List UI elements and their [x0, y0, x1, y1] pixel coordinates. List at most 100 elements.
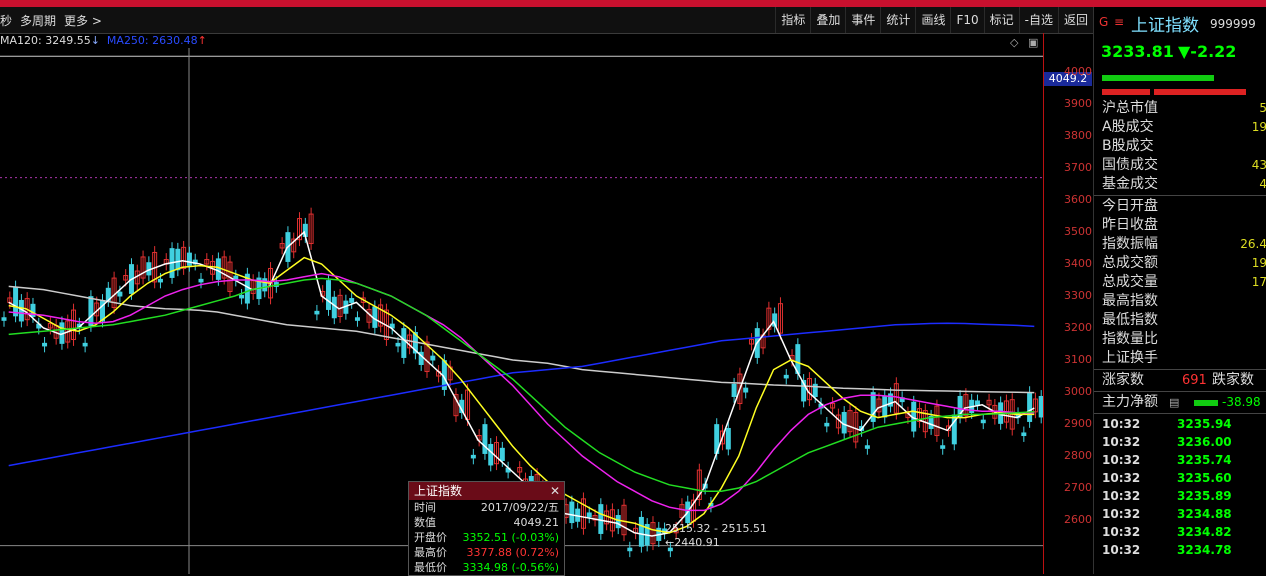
tick-row: 10:32 3235.94	[1094, 415, 1266, 433]
candle-body	[395, 342, 401, 347]
up-bar	[1102, 75, 1214, 81]
candle-body	[349, 298, 355, 303]
candle-body	[824, 422, 830, 427]
stat-row: 指数振幅 26.4	[1094, 235, 1266, 254]
candle-body	[615, 515, 621, 529]
stat-row: 基金成交 4	[1094, 175, 1266, 194]
tooltip-row: 数值 4049.21	[409, 515, 564, 530]
candle-body	[13, 286, 19, 317]
tick-price: 3235.60	[1177, 471, 1232, 485]
tooltip-title: 上证指数	[414, 484, 463, 498]
g-badge[interactable]: G	[1099, 15, 1108, 29]
period-second[interactable]: 秒	[0, 12, 12, 29]
tooltip-header: 上证指数 ✕	[409, 482, 564, 500]
index-code: 999999	[1210, 17, 1256, 31]
f10-button[interactable]: F10	[950, 7, 983, 33]
candle-body	[586, 512, 592, 518]
period-more[interactable]: 更多 >	[64, 12, 102, 29]
tick-price: 3236.00	[1177, 435, 1232, 449]
stat-row: B股成交	[1094, 137, 1266, 156]
stat-row: 沪总市值 5	[1094, 99, 1266, 118]
candle-body	[430, 355, 436, 361]
candle-body	[88, 296, 94, 326]
candle-body	[314, 310, 320, 315]
overlay-button[interactable]: 叠加	[810, 7, 845, 33]
down-bar-right	[1154, 89, 1246, 95]
main-flow-row: 主力净额 ▤ -38.98	[1094, 393, 1266, 412]
candle-body	[372, 306, 378, 328]
remove-watchlist-button[interactable]: -自选	[1018, 7, 1058, 33]
data-tooltip: 上证指数 ✕ 时间 2017/09/22/五 数值 4049.21 开盘价 3352.51…	[408, 481, 565, 576]
menu-icon[interactable]: ≡	[1114, 15, 1124, 29]
app-top-strip	[0, 0, 1266, 7]
candle-body	[638, 516, 644, 547]
flow-bar	[1194, 400, 1218, 406]
candle-body	[488, 443, 494, 466]
candle-body	[175, 248, 181, 271]
low-point-label: ←2440.91	[665, 536, 720, 549]
ma-line-ma60	[8, 277, 1035, 492]
tick-row: 10:32 3235.89	[1094, 487, 1266, 505]
stat-value: 26.4	[1240, 237, 1266, 251]
tooltip-value: 2017/09/22/五	[480, 501, 559, 514]
stat-label: B股成交	[1102, 138, 1154, 154]
stat-label: 国债成交	[1102, 157, 1158, 173]
list-icon[interactable]: ▤	[1169, 393, 1179, 412]
ratio-bars	[1094, 67, 1266, 99]
tick-price: 3235.74	[1177, 453, 1232, 467]
event-button[interactable]: 事件	[845, 7, 880, 33]
ma120-value: MA120: 3249.55	[0, 34, 91, 47]
candle-body	[1, 317, 7, 321]
candle-body	[499, 447, 505, 461]
tick-time: 10:32	[1102, 507, 1141, 521]
close-icon[interactable]: ✕	[550, 482, 560, 500]
main-flow-value: -38.98	[1222, 395, 1261, 409]
stat-label: 最低指数	[1102, 312, 1158, 328]
stat-value: 43	[1251, 158, 1266, 172]
stat-label: 沪总市值	[1102, 100, 1158, 116]
tick-row: 10:32 3234.88	[1094, 505, 1266, 523]
index-name: 上证指数	[1131, 16, 1199, 36]
candle-body	[470, 454, 476, 459]
candle-body	[42, 342, 48, 347]
low-range-label: 2515.32 - 2515.51	[665, 522, 767, 535]
stat-row: A股成交 19	[1094, 118, 1266, 137]
tick-time: 10:32	[1102, 471, 1141, 485]
candle-body	[157, 278, 163, 283]
price-tick: 3700	[1064, 161, 1092, 174]
ma120-arrow-icon: ↓	[90, 34, 100, 47]
period-multi[interactable]: 多周期	[20, 12, 56, 29]
tick-row: 10:32 3235.74	[1094, 451, 1266, 469]
mark-button[interactable]: 标记	[983, 7, 1019, 33]
tooltip-value: 3352.51 (-0.03%)	[462, 531, 559, 544]
stat-label: 昨日收盘	[1102, 217, 1158, 233]
tick-time: 10:32	[1102, 453, 1141, 467]
stat-label: 最高指数	[1102, 293, 1158, 309]
stats-button[interactable]: 统计	[880, 7, 915, 33]
stat-row: 指数量比	[1094, 330, 1266, 349]
candle-body	[743, 387, 749, 393]
price-tick: 2600	[1064, 513, 1092, 526]
chart-tool-buttons: 指标 叠加 事件 统计 画线 F10 标记 -自选 返回	[775, 7, 1093, 33]
candle-body	[783, 374, 789, 379]
tooltip-row: 开盘价 3352.51 (-0.03%)	[409, 530, 564, 545]
candle-body	[198, 278, 204, 283]
tick-time: 10:32	[1102, 543, 1141, 557]
price-tick: 3400	[1064, 257, 1092, 270]
back-button[interactable]: 返回	[1057, 7, 1093, 33]
ma250-arrow-icon: ↑	[197, 34, 207, 47]
tick-price: 3234.82	[1177, 525, 1232, 539]
draw-line-button[interactable]: 画线	[915, 7, 950, 33]
tick-row: 10:32 3235.60	[1094, 469, 1266, 487]
tick-row: 10:32 3236.00	[1094, 433, 1266, 451]
candle-body	[82, 342, 88, 347]
stat-row: 总成交量 17	[1094, 273, 1266, 292]
indicator-button[interactable]: 指标	[775, 7, 810, 33]
stat-label: 上证换手	[1102, 350, 1158, 366]
stat-label: 指数量比	[1102, 331, 1158, 347]
stat-value: 4	[1259, 175, 1266, 194]
price-tick: 3000	[1064, 385, 1092, 398]
candle-body	[482, 424, 488, 454]
tick-time: 10:32	[1102, 417, 1141, 431]
tick-price: 3234.88	[1177, 507, 1232, 521]
